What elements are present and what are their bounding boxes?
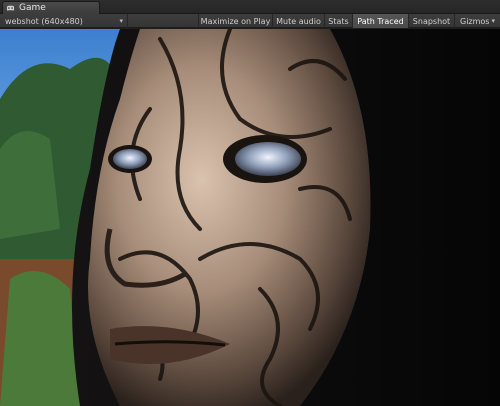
tab-game[interactable]: Game	[2, 1, 100, 14]
gizmos-label: Gizmos	[460, 16, 490, 26]
game-controller-icon	[6, 4, 15, 13]
path-traced-label: Path Traced	[357, 16, 404, 26]
tab-label: Game	[19, 3, 46, 13]
editor-tab-strip: Game	[0, 0, 500, 14]
gizmos-dropdown[interactable]: Gizmos ▾	[454, 14, 500, 28]
stats-toggle[interactable]: Stats	[324, 14, 352, 28]
stats-label: Stats	[328, 16, 349, 26]
game-view-render[interactable]	[0, 29, 500, 406]
mute-audio-label: Mute audio	[276, 16, 321, 26]
mute-audio-toggle[interactable]: Mute audio	[272, 14, 324, 28]
resolution-dropdown[interactable]: webshot (640x480) ▾	[2, 14, 128, 28]
resolution-label: webshot (640x480)	[5, 16, 83, 26]
chevron-down-icon: ▾	[491, 17, 495, 25]
path-traced-toggle[interactable]: Path Traced	[352, 14, 408, 28]
chevron-down-icon: ▾	[119, 17, 123, 25]
rendered-scene-image	[0, 29, 500, 406]
maximize-on-play-toggle[interactable]: Maximize on Play	[198, 14, 272, 28]
snapshot-button[interactable]: Snapshot	[408, 14, 454, 28]
game-view-toolbar: webshot (640x480) ▾ Maximize on Play Mut…	[0, 14, 500, 28]
maximize-on-play-label: Maximize on Play	[200, 16, 271, 26]
snapshot-label: Snapshot	[412, 16, 451, 26]
